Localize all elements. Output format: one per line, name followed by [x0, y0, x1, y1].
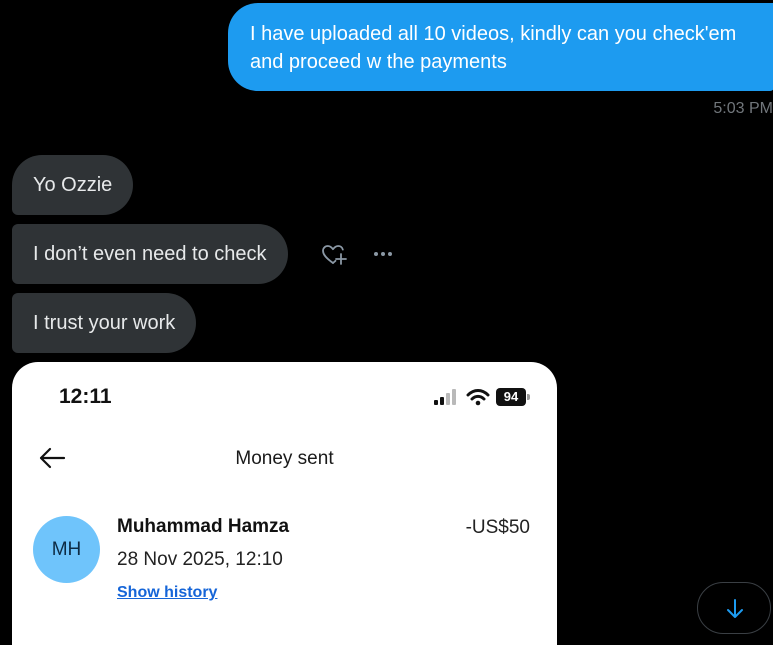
battery-indicator: 94 — [496, 388, 526, 406]
transaction-amount: -US$50 — [465, 517, 530, 538]
add-reaction-button[interactable] — [320, 241, 348, 269]
incoming-message-text: I trust your work — [33, 312, 176, 334]
message-timestamp: 5:03 PM — [713, 100, 773, 117]
dm-conversation: I have uploaded all 10 videos, kindly ca… — [0, 0, 773, 645]
battery-tip — [527, 394, 530, 400]
signal-icon — [434, 389, 456, 405]
incoming-message-text: I don’t even need to check — [33, 243, 267, 265]
recipient-name: Muhammad Hamza — [117, 516, 290, 537]
more-options-button[interactable] — [370, 240, 398, 268]
avatar: MH — [33, 516, 100, 583]
heart-plus-icon — [322, 245, 347, 265]
transaction-date: 28 Nov 2025, 12:10 — [117, 549, 283, 570]
arrow-down-icon — [727, 599, 743, 618]
incoming-message-text: Yo Ozzie — [33, 174, 113, 196]
wifi-icon — [466, 389, 490, 406]
show-history-link: Show history — [117, 584, 218, 601]
scroll-to-bottom-button[interactable] — [697, 582, 771, 634]
screen-title: Money sent — [235, 448, 334, 469]
more-icon — [374, 252, 392, 256]
outgoing-message-text: I have uploaded all 10 videos, kindly ca… — [250, 23, 737, 73]
payment-screenshot-image[interactable]: 12:11 94 Money sent MH Muhammad Hamza 28… — [12, 362, 557, 645]
outgoing-message[interactable]: I have uploaded all 10 videos, kindly ca… — [228, 3, 773, 91]
incoming-message[interactable]: Yo Ozzie — [12, 155, 134, 215]
incoming-message[interactable]: I don’t even need to check — [12, 224, 288, 284]
incoming-message[interactable]: I trust your work — [12, 293, 197, 353]
phone-status-time: 12:11 — [59, 385, 112, 408]
